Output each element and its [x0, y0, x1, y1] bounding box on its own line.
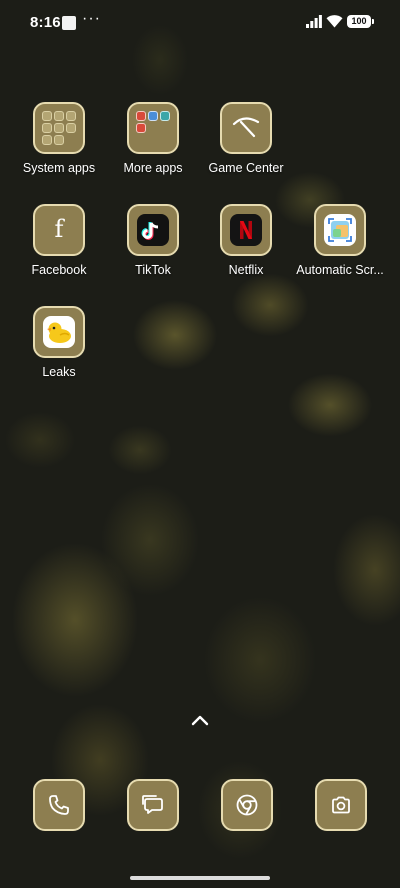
- camera-icon: [332, 796, 350, 814]
- more-apps-folder-icon: [127, 102, 179, 154]
- tiktok-label: TikTok: [135, 263, 171, 277]
- automatic-screenshot-icon: [314, 204, 366, 256]
- dock-messages-button[interactable]: [127, 779, 179, 831]
- status-bar: 8:16 ··· 100: [0, 0, 400, 46]
- leaks-app[interactable]: Leaks: [13, 306, 105, 379]
- dock-phone-button[interactable]: [33, 779, 85, 831]
- automatic-screenshot-app[interactable]: Automatic Scr...: [294, 204, 386, 277]
- dock-chrome-button[interactable]: [221, 779, 273, 831]
- status-overflow-dots: ···: [82, 10, 101, 27]
- leaks-label: Leaks: [42, 365, 76, 379]
- game-center-icon: [220, 102, 272, 154]
- more-apps-label: More apps: [123, 161, 183, 175]
- wifi-icon: [326, 15, 343, 28]
- signal-icon: [306, 15, 322, 28]
- netflix-label: Netflix: [228, 263, 264, 277]
- leaks-icon: [33, 306, 85, 358]
- dock-camera-button[interactable]: [315, 779, 367, 831]
- chrome-icon: [236, 794, 258, 816]
- home-indicator[interactable]: [130, 876, 270, 880]
- system-apps-folder[interactable]: System apps: [13, 102, 105, 175]
- battery-icon: 100: [347, 15, 374, 28]
- system-apps-folder-icon: [33, 102, 85, 154]
- status-time: 8:16: [30, 14, 61, 31]
- tiktok-icon: [127, 204, 179, 256]
- notification-square-icon: [62, 16, 76, 30]
- facebook-icon: f: [33, 204, 85, 256]
- game-center-app[interactable]: Game Center: [200, 102, 292, 175]
- phone-icon: [49, 795, 69, 815]
- system-apps-label: System apps: [22, 161, 96, 175]
- tiktok-app[interactable]: TikTok: [107, 204, 199, 277]
- home-screen: 8:16 ··· 100 System apps More apps Game …: [0, 0, 400, 888]
- facebook-label: Facebook: [31, 263, 87, 277]
- netflix-app[interactable]: Netflix: [200, 204, 292, 277]
- automatic-screenshot-label: Automatic Scr...: [296, 263, 384, 277]
- netflix-icon: [220, 204, 272, 256]
- messages-icon: [142, 795, 163, 814]
- more-apps-folder[interactable]: More apps: [107, 102, 199, 175]
- game-center-label: Game Center: [208, 161, 284, 175]
- facebook-app[interactable]: f Facebook: [13, 204, 105, 277]
- chevron-up-icon[interactable]: [191, 714, 209, 726]
